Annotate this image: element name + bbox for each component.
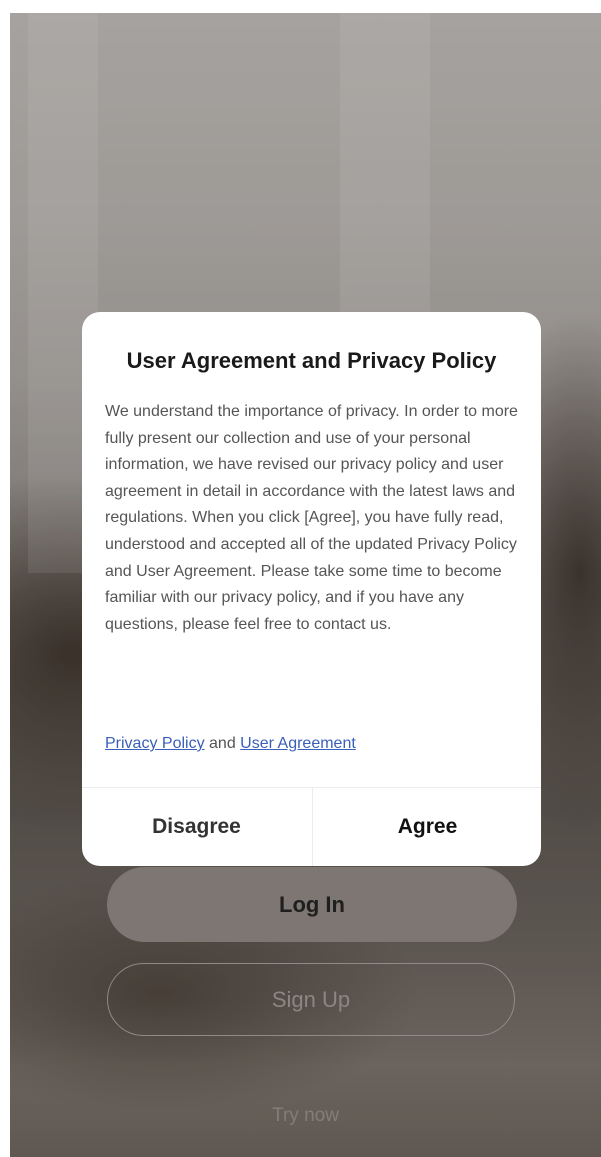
agree-button[interactable]: Agree xyxy=(313,788,541,866)
links-and-text: and xyxy=(209,735,241,752)
login-button[interactable]: Log In xyxy=(107,867,517,942)
privacy-dialog: User Agreement and Privacy Policy We und… xyxy=(82,312,541,866)
policy-links: Privacy Policy and User Agreement xyxy=(105,735,356,753)
disagree-button[interactable]: Disagree xyxy=(82,788,311,866)
app-screen: Log In Sign Up Try now User Agreement an… xyxy=(10,13,601,1157)
dialog-title: User Agreement and Privacy Policy xyxy=(126,348,497,373)
dialog-body-text: We understand the importance of privacy.… xyxy=(105,403,518,633)
try-now-link[interactable]: Try now xyxy=(10,1105,601,1127)
signup-button[interactable]: Sign Up xyxy=(107,963,515,1036)
privacy-policy-link[interactable]: Privacy Policy xyxy=(105,735,205,752)
user-agreement-link[interactable]: User Agreement xyxy=(240,735,356,752)
